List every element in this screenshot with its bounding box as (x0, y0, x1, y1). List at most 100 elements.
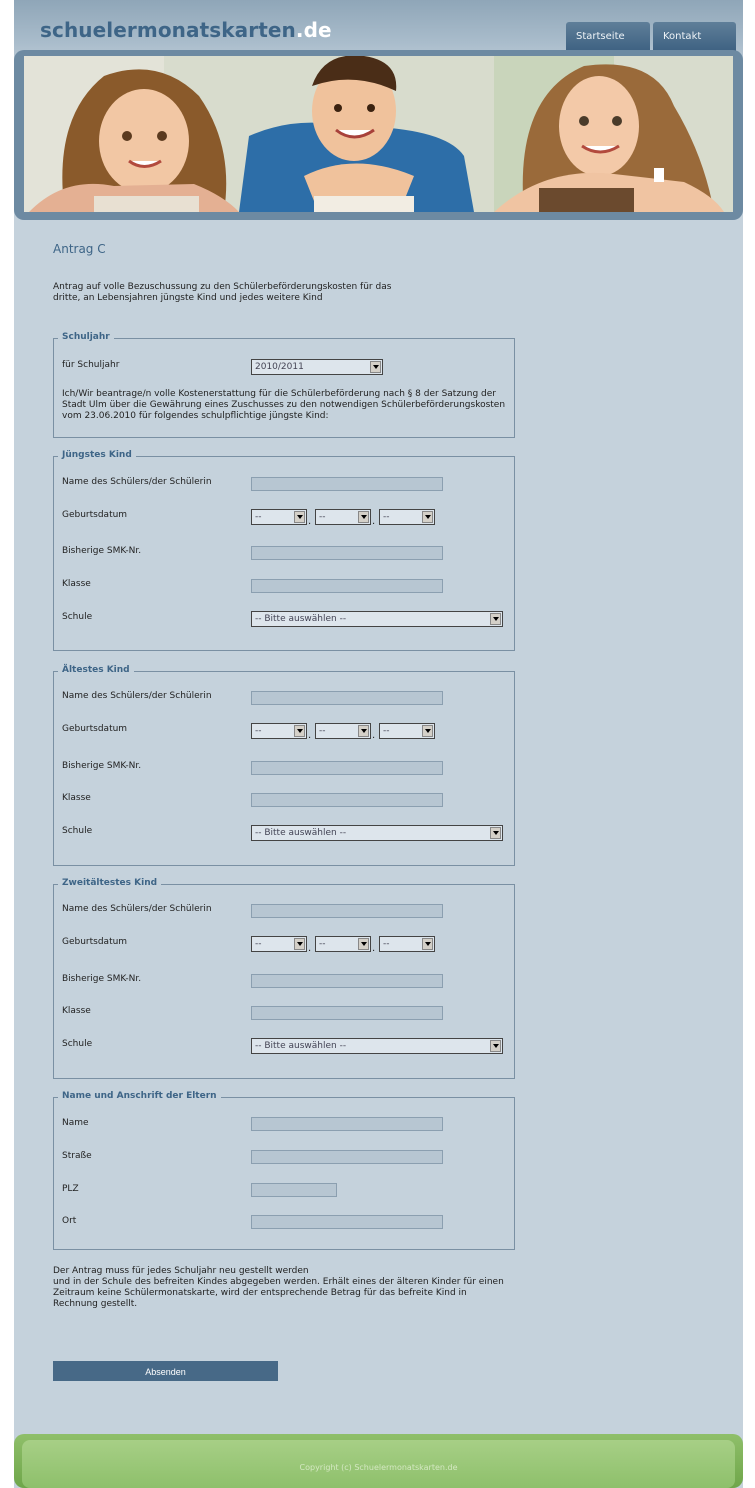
label-name: Name des Schülers/der Schülerin (62, 477, 212, 487)
chevron-down-icon[interactable] (294, 938, 305, 950)
birth-day-select[interactable]: -- (251, 509, 307, 525)
date-separator: . (372, 730, 376, 741)
birth-year-select[interactable]: -- (379, 936, 435, 952)
label-schule: Schule (62, 826, 93, 836)
label-schule: Schule (62, 1039, 93, 1049)
chevron-down-icon[interactable] (294, 725, 305, 737)
chevron-down-icon[interactable] (422, 725, 433, 737)
chevron-down-icon[interactable] (490, 613, 501, 625)
fieldset-schuljahr: Schuljahr für Schuljahr 2010/2011 Ich/Wi… (53, 332, 515, 438)
select-value: -- Bitte auswählen -- (255, 614, 347, 624)
banner-photo (24, 56, 733, 212)
smk-input[interactable] (251, 761, 443, 775)
page: schuelermonatskarten.de Startseite Konta… (0, 0, 755, 1488)
klasse-input[interactable] (251, 1006, 443, 1020)
name-input[interactable] (251, 691, 443, 705)
label-smk: Bisherige SMK-Nr. (62, 761, 142, 771)
label-ort: Ort (62, 1216, 77, 1226)
nav-startseite[interactable]: Startseite (566, 22, 650, 51)
page-title: Antrag C (53, 242, 106, 256)
schule-select[interactable]: -- Bitte auswählen -- (251, 825, 503, 841)
birth-day-select[interactable]: -- (251, 723, 307, 739)
eltern-name-input[interactable] (251, 1117, 443, 1131)
label-klasse: Klasse (62, 1006, 91, 1016)
birth-day-select[interactable]: -- (251, 936, 307, 952)
legend-eltern: Name und Anschrift der Eltern (58, 1091, 221, 1101)
name-input[interactable] (251, 477, 443, 491)
date-separator: . (372, 943, 376, 954)
children-photo-illustration (24, 56, 733, 212)
select-value: -- Bitte auswählen -- (255, 1041, 347, 1051)
chevron-down-icon[interactable] (422, 511, 433, 523)
select-value: -- (319, 512, 326, 522)
header-banner (14, 50, 743, 220)
label-smk: Bisherige SMK-Nr. (62, 546, 142, 556)
footnote-line-1: Der Antrag muss für jedes Schuljahr neu … (53, 1266, 309, 1276)
date-separator: . (308, 516, 312, 527)
footnote-line-2: und in der Schule des befreiten Kindes a… (53, 1277, 504, 1309)
klasse-input[interactable] (251, 579, 443, 593)
label-schule: Schule (62, 612, 93, 622)
schuljahr-value: 2010/2011 (255, 362, 304, 372)
footnote: Der Antrag muss für jedes Schuljahr neu … (53, 1266, 513, 1310)
birth-month-select[interactable]: -- (315, 936, 371, 952)
label-name: Name des Schülers/der Schülerin (62, 691, 212, 701)
schule-select[interactable]: -- Bitte auswählen -- (251, 1038, 503, 1054)
klasse-input[interactable] (251, 793, 443, 807)
label-eltern-name: Name (62, 1118, 89, 1128)
date-separator: . (308, 730, 312, 741)
nav-kontakt[interactable]: Kontakt (653, 22, 736, 51)
select-value: -- (383, 939, 390, 949)
chevron-down-icon[interactable] (358, 725, 369, 737)
birth-month-select[interactable]: -- (315, 509, 371, 525)
label-geburtsdatum: Geburtsdatum (62, 724, 128, 734)
name-input[interactable] (251, 904, 443, 918)
date-separator: . (308, 943, 312, 954)
birth-month-select[interactable]: -- (315, 723, 371, 739)
ort-input[interactable] (251, 1215, 443, 1229)
smk-input[interactable] (251, 974, 443, 988)
site-logo[interactable]: schuelermonatskarten.de (40, 18, 332, 42)
label-strasse: Straße (62, 1151, 92, 1161)
label-geburtsdatum: Geburtsdatum (62, 510, 128, 520)
schuljahr-select[interactable]: 2010/2011 (251, 359, 383, 375)
select-value: -- Bitte auswählen -- (255, 828, 347, 838)
chevron-down-icon[interactable] (358, 511, 369, 523)
chevron-down-icon[interactable] (422, 938, 433, 950)
label-plz: PLZ (62, 1184, 79, 1194)
label-schuljahr: für Schuljahr (62, 360, 120, 370)
select-value: -- (255, 512, 262, 522)
legend-child: Jüngstes Kind (58, 450, 136, 460)
submit-button[interactable]: Absenden (53, 1361, 278, 1381)
select-value: -- (319, 726, 326, 736)
legend-child: Zweitältestes Kind (58, 878, 162, 888)
intro-text: Antrag auf volle Bezuschussung zu den Sc… (53, 282, 392, 303)
label-klasse: Klasse (62, 579, 91, 589)
legend-schuljahr: Schuljahr (58, 332, 114, 342)
fieldset-juengstes-kind: Jüngstes Kind Name des Schülers/der Schü… (53, 450, 515, 651)
select-value: -- (383, 512, 390, 522)
smk-input[interactable] (251, 546, 443, 560)
birth-year-select[interactable]: -- (379, 509, 435, 525)
date-separator: . (372, 516, 376, 527)
label-geburtsdatum: Geburtsdatum (62, 937, 128, 947)
chevron-down-icon[interactable] (490, 1040, 501, 1052)
select-value: -- (383, 726, 390, 736)
logo-main: schuelermonatskarten (40, 18, 296, 42)
fieldset-eltern: Name und Anschrift der Eltern Name Straß… (53, 1091, 515, 1250)
chevron-down-icon[interactable] (358, 938, 369, 950)
chevron-down-icon[interactable] (370, 361, 381, 373)
schule-select[interactable]: -- Bitte auswählen -- (251, 611, 503, 627)
birth-year-select[interactable]: -- (379, 723, 435, 739)
select-value: -- (319, 939, 326, 949)
label-smk: Bisherige SMK-Nr. (62, 974, 142, 984)
chevron-down-icon[interactable] (490, 827, 501, 839)
chevron-down-icon[interactable] (294, 511, 305, 523)
label-name: Name des Schülers/der Schülerin (62, 904, 212, 914)
select-value: -- (255, 726, 262, 736)
strasse-input[interactable] (251, 1150, 443, 1164)
schuljahr-note: Ich/Wir beantrage/n volle Kostenerstattu… (62, 389, 506, 421)
plz-input[interactable] (251, 1183, 337, 1197)
fieldset-aeltestes-kind: Ältestes Kind Name des Schülers/der Schü… (53, 665, 515, 866)
label-klasse: Klasse (62, 793, 91, 803)
